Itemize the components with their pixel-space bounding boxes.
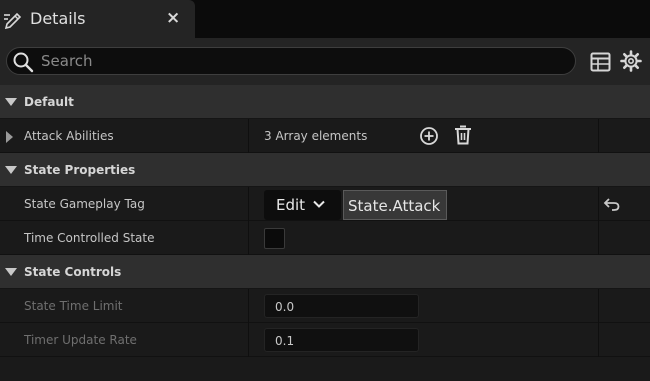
category-state-properties[interactable]: State Properties <box>0 153 650 187</box>
add-element-icon[interactable] <box>419 126 439 146</box>
column-divider <box>598 221 599 255</box>
search-box[interactable] <box>6 47 576 75</box>
category-label: State Controls <box>24 265 122 279</box>
search-row <box>0 38 650 85</box>
property-name: Timer Update Rate <box>24 333 137 347</box>
property-row-attack-abilities: Attack Abilities 3 Array elements <box>0 119 650 153</box>
tab-title: Details <box>30 9 86 28</box>
reset-to-default-icon[interactable] <box>603 196 621 212</box>
gear-icon[interactable] <box>620 50 642 72</box>
property-name: State Gameplay Tag <box>24 197 145 211</box>
column-divider[interactable] <box>248 187 249 221</box>
category-state-controls[interactable]: State Controls <box>0 255 650 289</box>
column-divider <box>598 119 599 153</box>
collapsed-arrow-icon[interactable] <box>6 131 13 143</box>
tab-bar: Details × <box>0 0 650 38</box>
column-divider[interactable] <box>248 221 249 255</box>
column-divider <box>598 323 599 357</box>
search-input[interactable] <box>41 51 561 71</box>
chevron-down-icon <box>313 200 325 208</box>
update-rate-field[interactable]: 0.1 <box>264 328 419 352</box>
time-controlled-checkbox[interactable] <box>264 228 285 249</box>
property-name: State Time Limit <box>24 299 123 313</box>
category-label: State Properties <box>24 163 136 177</box>
column-divider <box>598 187 599 221</box>
column-divider <box>598 289 599 323</box>
category-label: Default <box>24 95 74 109</box>
property-row-update-rate: Timer Update Rate 0.1 <box>0 323 650 357</box>
field-value: 0.0 <box>275 300 295 314</box>
expand-arrow-icon[interactable] <box>5 268 17 276</box>
empty-panel-area <box>0 357 650 381</box>
column-divider[interactable] <box>248 119 249 153</box>
tag-label: State.Attack <box>348 197 441 215</box>
trash-icon[interactable] <box>454 125 472 145</box>
category-default[interactable]: Default <box>0 85 650 119</box>
table-icon[interactable] <box>590 52 611 72</box>
property-name: Time Controlled State <box>24 231 155 245</box>
gameplay-tag-chip[interactable]: State.Attack <box>343 190 447 220</box>
array-count: 3 Array elements <box>264 129 368 143</box>
edit-tag-dropdown[interactable]: Edit <box>264 190 341 220</box>
column-divider[interactable] <box>248 289 249 323</box>
edit-label: Edit <box>276 196 306 214</box>
property-row-time-limit: State Time Limit 0.0 <box>0 289 650 323</box>
expand-arrow-icon[interactable] <box>5 166 17 174</box>
pencil-icon <box>4 12 22 29</box>
details-tab[interactable]: Details × <box>0 0 195 38</box>
property-row-time-controlled: Time Controlled State <box>0 221 650 255</box>
property-row-gameplay-tag: State Gameplay Tag Edit State.Attack <box>0 187 650 221</box>
field-value: 0.1 <box>275 334 295 348</box>
property-name: Attack Abilities <box>24 129 114 143</box>
close-icon[interactable]: × <box>166 8 180 28</box>
search-icon <box>13 52 34 73</box>
expand-arrow-icon[interactable] <box>5 98 17 106</box>
property-grid: Default Attack Abilities 3 Array element… <box>0 85 650 357</box>
time-limit-field[interactable]: 0.0 <box>264 294 419 318</box>
column-divider[interactable] <box>248 323 249 357</box>
